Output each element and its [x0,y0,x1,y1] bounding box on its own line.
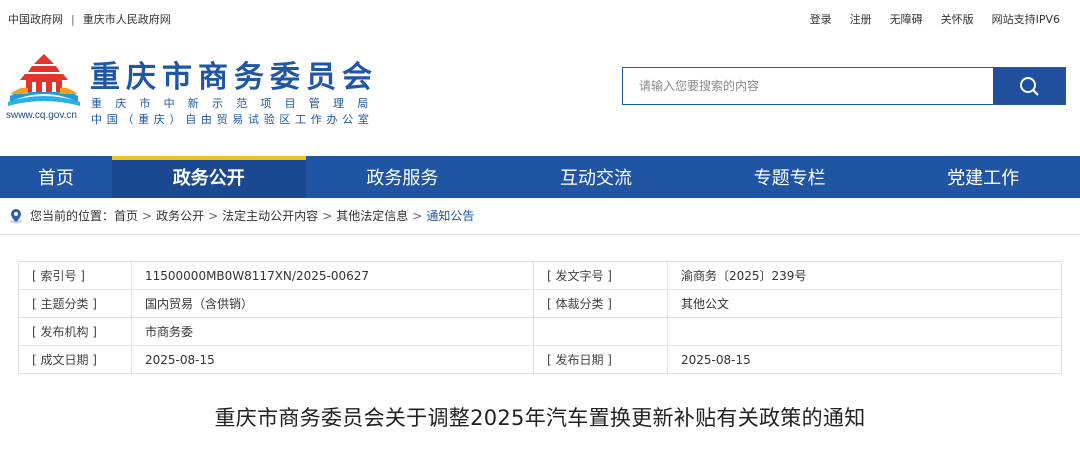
breadcrumb-separator: > [322,208,333,223]
breadcrumb-notices[interactable]: 通知公告 [426,207,474,224]
meta-value: 市商务委 [131,317,534,346]
ipv6-link[interactable]: 网站支持IPV6 [992,11,1060,27]
meta-key [533,317,668,346]
nav-item-government-affairs[interactable]: 政务公开 [112,156,306,198]
top-bar: 中国政府网 | 重庆市人民政府网 登录 注册 无障碍 关怀版 网站支持IPV6 [0,0,1080,34]
meta-key: [ 发文字号 ] [533,261,668,290]
site-title: 重庆市商务委员会 [90,60,378,95]
breadcrumb-separator: > [412,208,423,223]
search-input[interactable] [623,68,993,104]
meta-key: [ 发布日期 ] [533,345,668,374]
site-subtitle-2: 中国（重庆）自由贸易试验区工作办公室 [91,113,374,126]
table-row: [ 发布机构 ] 市商务委 [18,317,1062,346]
document-meta-table: [ 索引号 ] 11500000MB0W8117XN/2025-00627 [ … [18,261,1062,374]
chongqing-logo-icon [8,54,80,106]
location-pin-icon [10,208,22,223]
breadcrumb-other-info[interactable]: 其他法定信息 [336,207,408,224]
search-box [622,67,1066,105]
gov-portal-link[interactable]: 中国政府网 [8,11,63,27]
document-title: 重庆市商务委员会关于调整2025年汽车置换更新补贴有关政策的通知 [214,406,866,430]
elderly-mode-link[interactable]: 关怀版 [941,11,974,27]
divider: | [71,12,75,26]
meta-value: 其他公文 [667,289,1062,318]
search-button[interactable] [993,68,1065,104]
meta-value [667,317,1062,346]
breadcrumb-separator: > [208,208,219,223]
accessibility-link[interactable]: 无障碍 [890,11,923,27]
meta-key: [ 成文日期 ] [18,345,132,374]
nav-item-topics[interactable]: 专题专栏 [693,156,887,198]
login-link[interactable]: 登录 [810,11,832,27]
nav-item-interaction[interactable]: 互动交流 [499,156,693,198]
table-row: [ 主题分类 ] 国内贸易（含供销） [ 体裁分类 ] 其他公文 [18,289,1062,318]
meta-key: [ 索引号 ] [18,261,132,290]
register-link[interactable]: 注册 [850,11,872,27]
nav-item-home[interactable]: 首页 [0,156,112,198]
meta-value: 渝商务〔2025〕239号 [667,261,1062,290]
table-row: [ 成文日期 ] 2025-08-15 [ 发布日期 ] 2025-08-15 [18,345,1062,374]
meta-key: [ 发布机构 ] [18,317,132,346]
meta-value: 国内贸易（含供销） [131,289,534,318]
nav-item-services[interactable]: 政务服务 [306,156,500,198]
meta-value: 2025-08-15 [667,345,1062,374]
meta-value: 11500000MB0W8117XN/2025-00627 [131,261,534,290]
main-nav: 首页 政务公开 政务服务 互动交流 专题专栏 党建工作 [0,156,1080,198]
logo-url-text: swww.cq.gov.cn [6,110,77,121]
breadcrumb-home[interactable]: 首页 [114,207,138,224]
breadcrumb-statutory-content[interactable]: 法定主动公开内容 [222,207,318,224]
site-subtitle-1: 重庆市中新示范项目管理局 [91,97,382,110]
nav-item-party-building[interactable]: 党建工作 [886,156,1080,198]
city-gov-link[interactable]: 重庆市人民政府网 [83,11,171,27]
divider-line [0,234,1080,235]
table-row: [ 索引号 ] 11500000MB0W8117XN/2025-00627 [ … [18,261,1062,290]
meta-key: [ 体裁分类 ] [533,289,668,318]
meta-key: [ 主题分类 ] [18,289,132,318]
breadcrumb-label: 您当前的位置： [30,209,115,223]
breadcrumb: 您当前的位置： 首页 > 政务公开 > 法定主动公开内容 > 其他法定信息 > … [8,207,474,224]
search-icon [1020,77,1039,96]
meta-value: 2025-08-15 [131,345,534,374]
breadcrumb-government-affairs[interactable]: 政务公开 [156,207,204,224]
breadcrumb-separator: > [142,208,153,223]
